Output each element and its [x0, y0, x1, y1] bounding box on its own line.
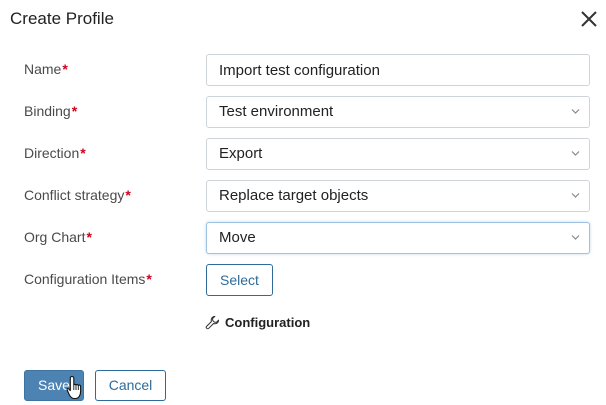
- conflict-strategy-select[interactable]: Replace target objects: [206, 180, 590, 212]
- configuration-link[interactable]: Configuration: [205, 315, 310, 330]
- conflict-strategy-label: Conflict strategy*: [24, 187, 131, 203]
- required-marker: *: [86, 229, 92, 245]
- cancel-button[interactable]: Cancel: [95, 370, 166, 401]
- required-marker: *: [146, 271, 152, 287]
- org-chart-value: Move: [219, 229, 256, 246]
- required-marker: *: [80, 145, 86, 161]
- configuration-link-label: Configuration: [225, 315, 311, 330]
- binding-value: Test environment: [219, 103, 334, 120]
- conflict-strategy-value: Replace target objects: [219, 187, 369, 204]
- close-icon[interactable]: [580, 10, 598, 28]
- chevron-down-icon: [571, 193, 580, 198]
- wrench-icon: [205, 315, 220, 330]
- direction-value: Export: [219, 145, 263, 162]
- name-input[interactable]: [206, 54, 590, 86]
- configuration-items-label: Configuration Items*: [24, 271, 152, 287]
- chevron-down-icon: [571, 151, 580, 156]
- org-chart-label: Org Chart*: [24, 229, 92, 245]
- org-chart-select[interactable]: Move: [206, 222, 590, 254]
- chevron-down-icon: [571, 109, 580, 114]
- required-marker: *: [125, 187, 131, 203]
- name-label: Name*: [24, 61, 68, 77]
- create-profile-dialog: Create Profile Name* Binding* Test envir…: [0, 0, 606, 405]
- hand-cursor-icon: [66, 375, 82, 400]
- direction-label: Direction*: [24, 145, 86, 161]
- binding-label: Binding*: [24, 103, 78, 119]
- select-button[interactable]: Select: [206, 264, 273, 296]
- required-marker: *: [71, 103, 78, 119]
- direction-select[interactable]: Export: [206, 138, 590, 170]
- chevron-down-icon: [571, 235, 580, 240]
- binding-select[interactable]: Test environment: [206, 96, 590, 128]
- dialog-title: Create Profile: [10, 9, 114, 28]
- required-marker: *: [62, 61, 68, 77]
